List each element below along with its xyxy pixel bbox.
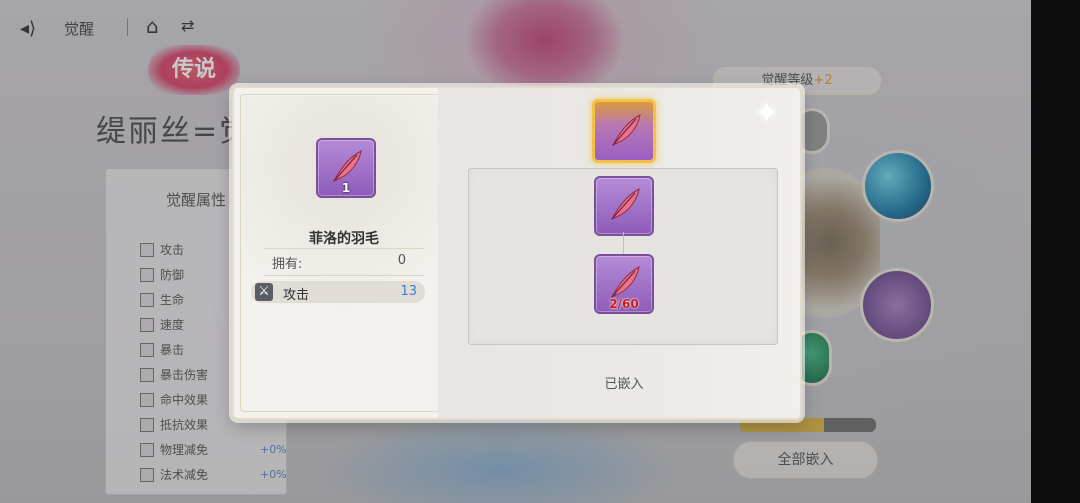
owned-value: 0 <box>397 253 406 268</box>
attribute-row: ⚔ 攻击 13 <box>251 281 425 303</box>
attribute-value: 13 <box>400 284 417 299</box>
attribute-label: 攻击 <box>283 288 310 303</box>
item-name: 菲洛的羽毛 <box>309 231 379 247</box>
slot-quantity: 2/60 <box>609 297 639 311</box>
item-quantity: 1 <box>341 181 351 195</box>
sparkle-icon: ✦ <box>754 96 780 131</box>
feather-icon <box>611 114 641 147</box>
item-preview-tile: 1 <box>316 138 376 198</box>
sword-icon: ⚔ <box>255 283 273 301</box>
screen-edge-bar <box>1031 0 1080 503</box>
material-slot[interactable]: 2/60 <box>594 254 654 314</box>
feather-icon <box>332 150 362 183</box>
game-scene: ◂⟩ 觉醒 ⌂ ⇄ 传说 缇丽丝=觉 觉醒属性 攻击 防御 生命 速度 暴击 暴… <box>0 0 1031 503</box>
divider <box>264 248 424 249</box>
divider <box>264 275 424 276</box>
feather-icon <box>610 188 640 221</box>
embedded-status-label: 已嵌入 <box>604 377 644 392</box>
embedded-slot[interactable] <box>594 176 654 236</box>
owned-label: 拥有: <box>272 257 303 272</box>
feather-icon <box>610 266 640 299</box>
selected-item-tile[interactable] <box>592 99 656 163</box>
item-detail-modal: 1 菲洛的羽毛 拥有: 0 ⚔ 攻击 13 ✦ 2/60 已嵌入 <box>232 86 802 420</box>
